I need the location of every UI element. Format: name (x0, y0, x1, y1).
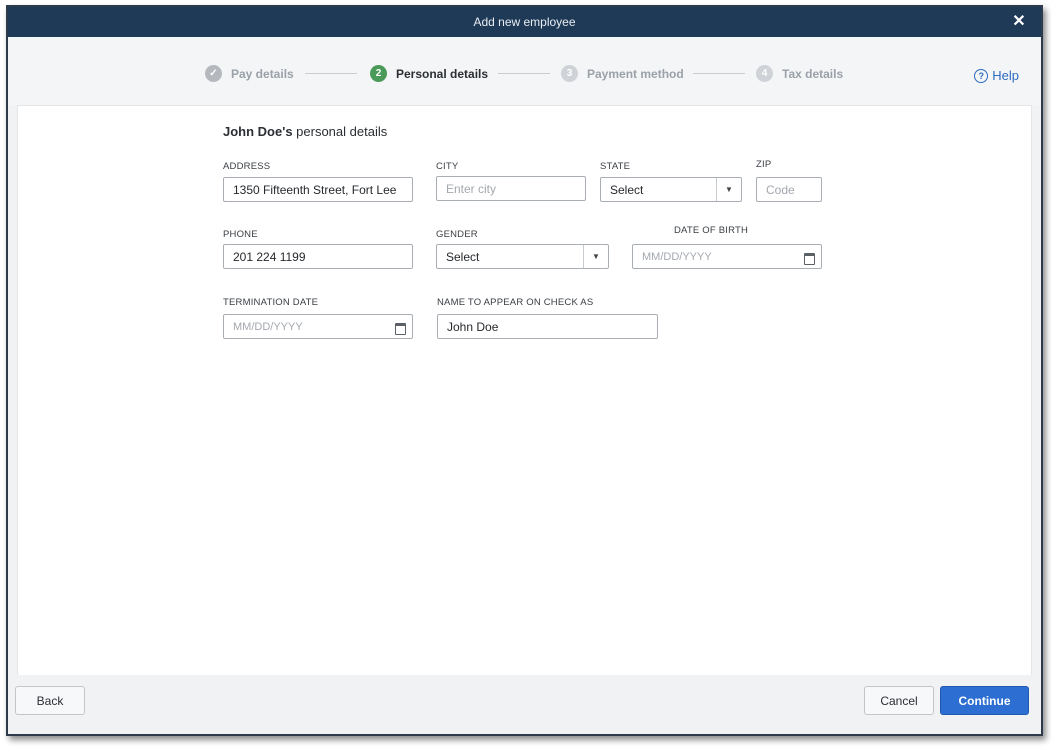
employee-name: John Doe's (223, 124, 293, 139)
back-button[interactable]: Back (15, 686, 85, 715)
step-label: Pay details (231, 66, 294, 81)
zip-placeholder: Code (766, 182, 795, 197)
close-icon[interactable]: ✕ (1009, 12, 1029, 32)
step-connector (305, 73, 357, 74)
step-label: Personal details (396, 66, 489, 81)
step-number-badge: 4 (756, 65, 773, 82)
step-label: Tax details (782, 66, 844, 81)
personal-details-form: John Doe's personal details ADDRESS 1350… (17, 105, 1032, 677)
help-link[interactable]: ? Help (974, 68, 1019, 83)
check-name-value: John Doe (447, 319, 499, 334)
calendar-icon[interactable] (395, 322, 406, 335)
city-field[interactable]: Enter city (436, 176, 586, 201)
termination-date-field[interactable]: MM/DD/YYYY (223, 314, 413, 339)
step-personal-details[interactable]: 2 Personal details (370, 65, 488, 82)
termination-date-label: TERMINATION DATE (223, 297, 319, 308)
dob-placeholder: MM/DD/YYYY (642, 250, 712, 263)
check-name-field[interactable]: John Doe (437, 314, 658, 339)
step-connector (693, 73, 745, 74)
chevron-down-icon: ▼ (583, 245, 608, 268)
phone-label: PHONE (223, 229, 258, 240)
state-value: Select (610, 182, 644, 197)
step-tax-details[interactable]: 4 Tax details (756, 65, 843, 82)
step-pay-details[interactable]: ✓ Pay details (205, 65, 294, 82)
dialog-titlebar: Add new employee ✕ (8, 7, 1041, 37)
chevron-down-icon: ▼ (716, 178, 741, 201)
help-circle-icon: ? (974, 68, 989, 83)
dob-label: DATE OF BIRTH (674, 225, 749, 236)
step-connector (498, 73, 550, 74)
cancel-button[interactable]: Cancel (864, 686, 934, 715)
state-label: STATE (600, 161, 631, 172)
gender-label: GENDER (436, 229, 478, 240)
heading-suffix: personal details (292, 124, 388, 139)
zip-label: ZIP (756, 159, 772, 170)
city-label: CITY (436, 161, 459, 172)
calendar-icon[interactable] (804, 252, 815, 265)
gender-value: Select (446, 249, 480, 264)
add-employee-dialog: Add new employee ✕ ✓ Pay details 2 Perso… (6, 5, 1043, 736)
progress-stepper: ✓ Pay details 2 Personal details 3 Payme… (8, 37, 1041, 105)
zip-field[interactable]: Code (756, 177, 822, 202)
continue-button[interactable]: Continue (940, 686, 1029, 715)
step-label: Payment method (587, 66, 684, 81)
gender-select[interactable]: Select ▼ (436, 244, 609, 269)
step-number-badge: 3 (561, 65, 578, 82)
address-value: 1350 Fifteenth Street, Fort Lee (233, 182, 397, 197)
termination-date-placeholder: MM/DD/YYYY (233, 320, 303, 333)
dialog-footer: Back Cancel Continue (8, 675, 1041, 734)
form-heading: John Doe's personal details (223, 124, 387, 139)
address-field[interactable]: 1350 Fifteenth Street, Fort Lee (223, 177, 413, 202)
dob-field[interactable]: MM/DD/YYYY (632, 244, 822, 269)
dialog-title: Add new employee (473, 15, 576, 29)
check-name-label: NAME TO APPEAR ON CHECK AS (437, 297, 594, 308)
step-number-badge: 2 (370, 65, 387, 82)
state-select[interactable]: Select ▼ (600, 177, 742, 202)
step-payment-method[interactable]: 3 Payment method (561, 65, 684, 82)
address-label: ADDRESS (223, 161, 271, 172)
check-icon: ✓ (205, 65, 222, 82)
city-placeholder: Enter city (446, 181, 497, 196)
phone-value: 201 224 1199 (233, 249, 306, 264)
help-label: Help (992, 68, 1019, 83)
phone-field[interactable]: 201 224 1199 (223, 244, 413, 269)
